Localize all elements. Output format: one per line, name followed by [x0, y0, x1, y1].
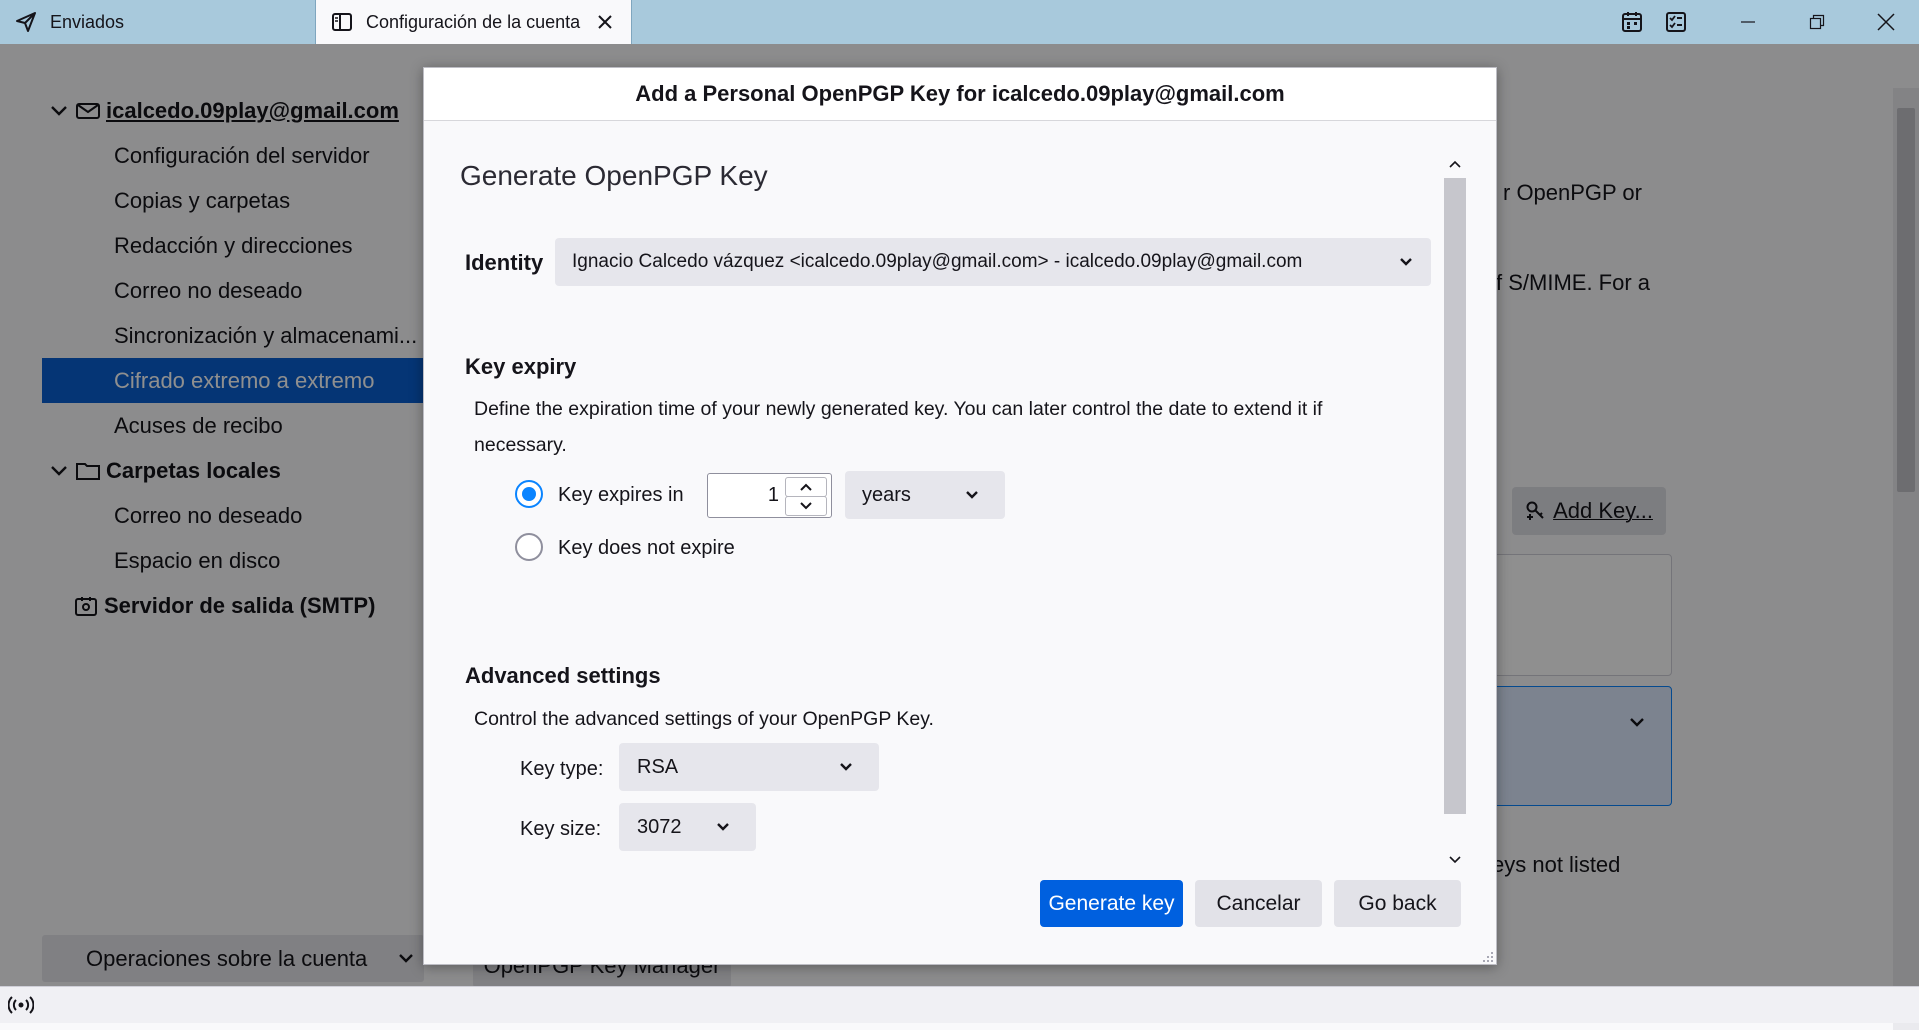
tab-sent[interactable]: Enviados	[0, 0, 314, 44]
tab-bar: Enviados Configuración de la cuenta	[0, 0, 1919, 44]
tab-label: Configuración de la cuenta	[366, 11, 581, 32]
online-status-icon[interactable]	[8, 994, 34, 1016]
expiry-unit-select[interactable]: years	[845, 471, 1005, 519]
advanced-description: Control the advanced settings of your Op…	[474, 708, 934, 730]
dialog-scrollbar-thumb[interactable]	[1444, 178, 1466, 814]
generate-key-button[interactable]: Generate key	[1040, 880, 1183, 927]
expiry-number-input[interactable]: 1	[707, 473, 832, 518]
scroll-down-icon[interactable]	[1446, 850, 1464, 870]
scroll-up-icon[interactable]	[1446, 154, 1464, 174]
tasks-icon[interactable]	[1648, 0, 1704, 44]
add-openpgp-key-dialog: Add a Personal OpenPGP Key for icalcedo.…	[423, 67, 1497, 965]
close-window-icon[interactable]	[1858, 0, 1914, 44]
go-back-button[interactable]: Go back	[1334, 880, 1461, 927]
radio-key-expires[interactable]	[515, 480, 543, 508]
tab-account-settings[interactable]: Configuración de la cuenta	[315, 0, 632, 44]
close-tab-icon[interactable]	[593, 10, 617, 34]
chevron-down-icon	[717, 823, 729, 831]
key-type-select[interactable]: RSA	[619, 743, 879, 791]
key-expires-label: Key expires in	[558, 484, 684, 506]
key-size-value: 3072	[637, 815, 682, 838]
key-expiry-description-cont: necessary.	[474, 434, 567, 456]
resize-grip-icon[interactable]	[1482, 950, 1494, 962]
expiry-number-value: 1	[767, 484, 779, 506]
key-type-value: RSA	[637, 755, 679, 778]
settings-page-icon	[330, 10, 354, 34]
key-size-select[interactable]: 3072	[619, 803, 756, 851]
key-type-label: Key type:	[520, 758, 604, 780]
identity-select[interactable]: Ignacio Calcedo vázquez <icalcedo.09play…	[555, 238, 1431, 286]
key-size-label: Key size:	[520, 818, 602, 840]
chevron-down-icon	[1400, 258, 1412, 266]
restore-icon[interactable]	[1789, 0, 1845, 44]
increment-icon[interactable]	[785, 477, 827, 497]
expiry-unit-value: years	[862, 483, 911, 506]
chevron-down-icon	[966, 491, 978, 499]
advanced-title: Advanced settings	[465, 663, 661, 688]
radio-key-not-expire[interactable]	[515, 533, 543, 561]
key-expiry-description: Define the expiration time of your newly…	[474, 398, 1323, 420]
dialog-title: Add a Personal OpenPGP Key for icalcedo.…	[424, 68, 1496, 121]
key-expiry-title: Key expiry	[465, 354, 577, 379]
chevron-down-icon	[840, 763, 852, 771]
tab-label: Enviados	[50, 11, 125, 32]
identity-value: Ignacio Calcedo vázquez <icalcedo.09play…	[572, 251, 1303, 272]
key-not-expire-label: Key does not expire	[558, 537, 735, 559]
decrement-icon[interactable]	[785, 496, 827, 516]
dialog-heading: Generate OpenPGP Key	[460, 160, 768, 191]
status-bar	[0, 986, 1919, 1023]
cancel-button[interactable]: Cancelar	[1195, 880, 1322, 927]
minimize-icon[interactable]	[1720, 0, 1776, 44]
send-icon	[14, 10, 38, 34]
identity-label: Identity	[465, 250, 544, 275]
